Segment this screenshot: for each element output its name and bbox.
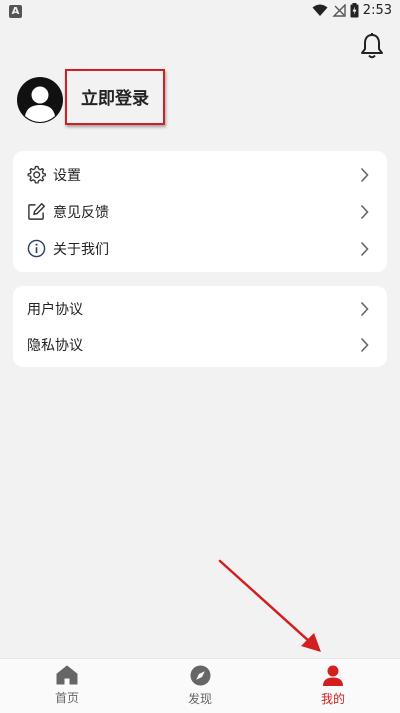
gear-icon xyxy=(27,165,46,184)
menu-item-feedback[interactable]: 意见反馈 xyxy=(13,193,387,230)
avatar-icon[interactable] xyxy=(16,76,64,124)
home-icon xyxy=(56,665,78,685)
status-bar: A 2:53 xyxy=(0,0,400,24)
tab-me-label: 我的 xyxy=(320,692,345,706)
status-time: 2:53 xyxy=(362,3,392,18)
edit-icon xyxy=(28,202,46,220)
agreements-card: 用户协议 隐私协议 xyxy=(13,286,387,367)
tab-me[interactable]: 我的 xyxy=(293,665,373,707)
login-button[interactable]: 立即登录 xyxy=(81,86,149,112)
bottom-tab-bar: 首页 发现 我的 xyxy=(0,658,400,713)
chevron-right-icon xyxy=(360,301,369,316)
wifi-icon xyxy=(312,4,328,16)
chevron-right-icon xyxy=(360,241,369,256)
chevron-right-icon xyxy=(360,337,369,352)
menu-item-feedback-label: 意见反馈 xyxy=(53,204,109,221)
bell-icon[interactable] xyxy=(359,32,385,60)
profile-section[interactable] xyxy=(16,74,64,126)
app-notification-icon: A xyxy=(9,5,22,18)
tab-home[interactable]: 首页 xyxy=(27,665,107,706)
menu-item-settings[interactable]: 设置 xyxy=(13,156,387,193)
menu-item-about[interactable]: 关于我们 xyxy=(13,230,387,267)
battery-charging-icon xyxy=(350,3,359,18)
menu-item-settings-label: 设置 xyxy=(53,167,81,184)
menu-item-about-label: 关于我们 xyxy=(53,241,109,258)
info-icon xyxy=(27,239,46,258)
status-icons: 2:53 xyxy=(312,3,392,18)
menu-item-privacy-agreement-label: 隐私协议 xyxy=(27,337,83,354)
user-icon xyxy=(323,665,343,686)
settings-card: 设置 意见反馈 关于我们 xyxy=(13,151,387,272)
menu-item-privacy-agreement[interactable]: 隐私协议 xyxy=(13,326,387,363)
menu-item-user-agreement[interactable]: 用户协议 xyxy=(13,290,387,327)
menu-item-user-agreement-label: 用户协议 xyxy=(27,301,83,318)
chevron-right-icon xyxy=(360,204,369,219)
no-signal-icon xyxy=(332,4,346,17)
compass-icon xyxy=(190,665,210,686)
tab-discover[interactable]: 发现 xyxy=(160,665,240,707)
annotation-arrow xyxy=(218,559,321,652)
tab-discover-label: 发现 xyxy=(187,692,212,706)
chevron-right-icon xyxy=(360,167,369,182)
tab-home-label: 首页 xyxy=(54,691,79,705)
